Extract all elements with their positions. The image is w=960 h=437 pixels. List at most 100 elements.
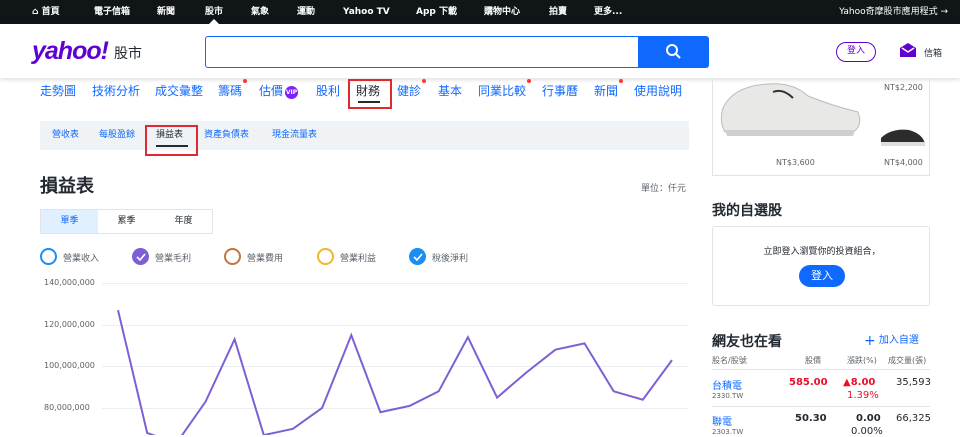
checkmark-icon: [413, 253, 423, 261]
highlight-box: [145, 125, 198, 156]
column-header: 漲跌(%): [847, 356, 877, 365]
popular-title: 網友也在看: [712, 334, 782, 350]
search-input[interactable]: [205, 36, 639, 68]
highlight-box: [348, 79, 392, 109]
tab-label: 新聞: [594, 84, 619, 98]
ad-price: NT$2,200: [884, 83, 923, 92]
top-navigation: ⌂ 首頁 電子信箱 新聞 股市 氣象 運動 Yahoo TV App 下載 購物…: [0, 0, 960, 24]
tab-technical[interactable]: 技術分析: [92, 82, 140, 99]
add-watchlist-button[interactable]: + 加入自選: [864, 331, 919, 349]
tab-label: 技術分析: [92, 84, 141, 98]
stock-name[interactable]: 台積電: [712, 377, 742, 392]
tab-label: 使用說明: [634, 84, 683, 98]
tab-news[interactable]: 新聞: [594, 79, 624, 99]
site-header: yahoo! 股市 登入 信箱: [0, 24, 960, 78]
nav-home[interactable]: ⌂ 首頁: [32, 0, 60, 24]
search-button[interactable]: [639, 36, 709, 68]
divider: [712, 406, 930, 407]
stock-change-pct: 0.00%: [851, 426, 883, 437]
nav-item-mail[interactable]: 電子信箱: [94, 0, 130, 24]
logo-subtitle: 股市: [114, 46, 142, 62]
stock-code: 2330.TW: [712, 392, 744, 400]
new-dot: [527, 79, 532, 83]
period-quarter[interactable]: 單季: [41, 210, 98, 233]
nav-item-stock[interactable]: 股市: [205, 0, 223, 24]
column-header: 股名/股號: [712, 356, 747, 365]
ad-price: NT$4,000: [884, 158, 923, 167]
tab-label: 成交彙整: [155, 84, 204, 98]
gross-profit-line: [117, 309, 673, 435]
subnav-cash-flow[interactable]: 現金流量表: [272, 121, 317, 150]
stock-volume: 66,325: [896, 413, 931, 424]
tab-calendar[interactable]: 行事曆: [542, 82, 578, 99]
tab-diagnosis[interactable]: 健診: [397, 79, 427, 99]
nav-item-news[interactable]: 新聞: [157, 0, 175, 24]
tab-dividend[interactable]: 股利: [316, 82, 340, 99]
column-header: 成交量(張): [888, 356, 927, 365]
nav-item-yahoo-tv[interactable]: Yahoo TV: [343, 0, 390, 24]
financial-subnav: 營收表 每股盈餘 損益表 資產負債表 現金流量表: [40, 121, 689, 150]
tab-label: 同業比較: [478, 84, 527, 98]
tab-chart[interactable]: 走勢圖: [40, 82, 76, 99]
y-tick-label: 140,000,000: [44, 278, 95, 287]
unchecked-circle-icon: [40, 248, 57, 265]
nav-item-weather[interactable]: 氣象: [251, 0, 269, 24]
new-dot: [243, 79, 248, 83]
watchlist-prompt: 立即登入瀏覽你的投資組合，: [763, 247, 881, 257]
tab-chips[interactable]: 籌碼: [218, 79, 248, 99]
nav-item-app[interactable]: App 下載: [416, 0, 457, 24]
unit-label: 單位：仟元: [641, 184, 687, 194]
shopping-ad[interactable]: NT$2,200 NT$3,600 NT$4,000: [712, 78, 930, 176]
vip-badge: VIP: [285, 86, 299, 99]
nav-item-more[interactable]: 更多...: [594, 0, 622, 24]
tab-volume[interactable]: 成交彙整: [155, 82, 203, 99]
login-button[interactable]: 登入: [836, 42, 876, 62]
stock-name[interactable]: 聯電: [712, 413, 732, 428]
tab-label: 健診: [397, 84, 422, 98]
nav-item-auction[interactable]: 拍賣: [549, 0, 567, 24]
nav-item-sports[interactable]: 運動: [297, 0, 315, 24]
watchlist-login-button[interactable]: 登入: [799, 265, 845, 287]
app-download-link[interactable]: Yahoo奇摩股市應用程式 →: [839, 0, 948, 24]
divider: [712, 369, 930, 370]
tab-label: 籌碼: [218, 84, 243, 98]
subnav-balance-sheet[interactable]: 資產負債表: [204, 121, 249, 150]
period-annual[interactable]: 年度: [155, 210, 212, 233]
page-title: 損益表: [40, 176, 94, 197]
y-tick-label: 120,000,000: [44, 320, 95, 329]
subnav-eps[interactable]: 每股盈餘: [99, 121, 135, 150]
subnav-revenue[interactable]: 營收表: [52, 121, 79, 150]
tab-valuation[interactable]: 估價 VIP: [259, 82, 299, 99]
legend-label: 稅後淨利: [432, 254, 469, 264]
checkmark-icon: [136, 253, 146, 261]
tab-label: 走勢圖: [40, 84, 77, 98]
stock-change-pct: 1.39%: [847, 390, 879, 401]
new-dot: [619, 79, 624, 83]
nav-item-shopping[interactable]: 購物中心: [484, 0, 520, 24]
tab-label: 估價: [259, 84, 284, 98]
stock-change: 0.00: [856, 413, 881, 424]
home-icon: ⌂: [32, 7, 39, 17]
y-tick-label: 80,000,000: [44, 403, 90, 412]
stock-price: 50.30: [795, 413, 827, 424]
stock-change: ▲8.00: [843, 377, 876, 388]
mail-icon[interactable]: [899, 42, 917, 58]
add-watchlist-label: 加入自選: [878, 335, 919, 346]
tab-label: 基本: [438, 84, 463, 98]
tab-label: 行事曆: [542, 84, 579, 98]
tab-basic[interactable]: 基本: [438, 82, 462, 99]
nav-home-label: 首頁: [41, 7, 60, 17]
tab-peer-comparison[interactable]: 同業比較: [478, 79, 532, 99]
legend-label: 營業費用: [247, 254, 284, 264]
search-icon: [666, 44, 681, 59]
tab-label: 股利: [316, 84, 341, 98]
ad-price: NT$3,600: [776, 158, 815, 167]
period-cumulative[interactable]: 累季: [98, 210, 155, 233]
new-dot: [422, 79, 427, 83]
mail-label[interactable]: 信箱: [924, 46, 942, 59]
period-selector: 單季 累季 年度: [40, 209, 213, 234]
yahoo-logo[interactable]: yahoo!: [32, 37, 109, 66]
legend-label: 營業利益: [340, 254, 377, 264]
legend-label: 營業毛利: [155, 254, 192, 264]
tab-help[interactable]: 使用說明: [634, 82, 682, 99]
